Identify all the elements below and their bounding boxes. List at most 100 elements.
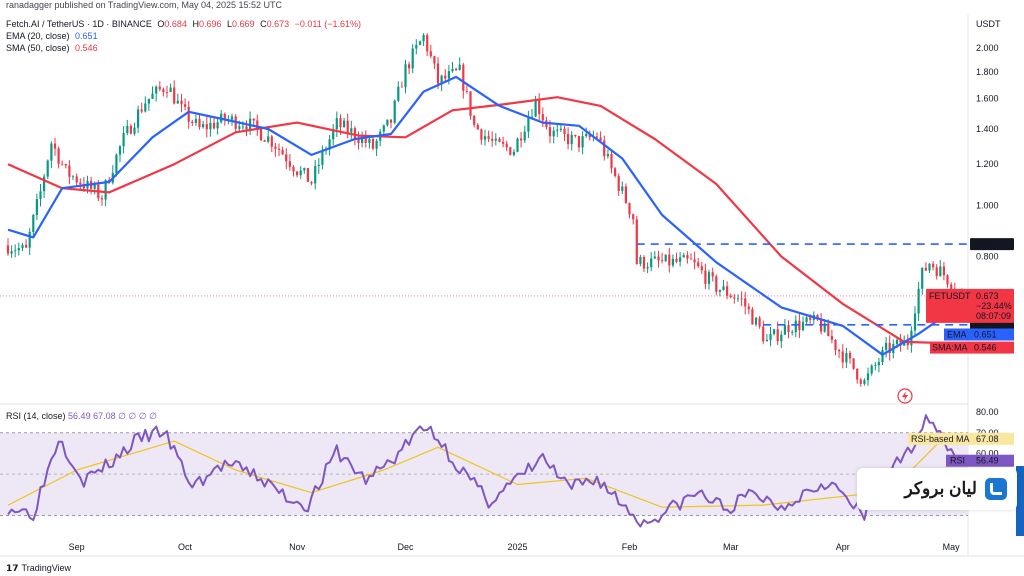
candle-body — [646, 267, 649, 269]
currency-label: USDT — [976, 19, 1001, 29]
candle-body — [32, 215, 35, 232]
candle-body — [64, 164, 67, 166]
candle-body — [180, 100, 183, 105]
candle-body — [353, 128, 356, 139]
symbol-legend[interactable]: Fetch.AI / TetherUS · 1D · BINANCE O0.68… — [6, 19, 361, 30]
candle-body — [216, 122, 219, 129]
candle-body — [455, 68, 458, 70]
candle-body — [436, 63, 440, 84]
candle-body — [570, 134, 573, 144]
candle-body — [603, 140, 606, 157]
candle-body — [212, 122, 216, 129]
published-line: ranadagger published on TradingView.com,… — [6, 0, 283, 10]
sma-tag-value: 0.546 — [974, 343, 997, 353]
candle-body — [740, 298, 743, 300]
candle-body — [628, 202, 631, 215]
candle-body — [292, 166, 295, 172]
candle-body — [946, 275, 949, 285]
candle-body — [458, 64, 461, 70]
candle-body — [523, 131, 526, 141]
candle-body — [653, 256, 656, 259]
candle-body — [491, 138, 494, 141]
candle-body — [230, 116, 234, 120]
candle-body — [39, 191, 42, 200]
candle-body — [758, 317, 761, 327]
fetusdt-price: 0.673 — [976, 291, 999, 301]
logo-text: لیان بروکر — [904, 479, 978, 498]
candle-body — [79, 182, 82, 185]
candle-body — [483, 136, 487, 140]
rsi-tag-value: 56.49 — [976, 456, 999, 466]
candle-body — [671, 258, 674, 266]
candle-body — [209, 122, 212, 130]
candle-body — [462, 64, 465, 91]
candle-body — [787, 325, 790, 333]
candle-body — [17, 248, 20, 251]
candle-body — [747, 306, 750, 310]
candle-body — [559, 128, 562, 130]
candle-body — [574, 134, 577, 136]
candle-body — [321, 150, 324, 165]
candle-body — [502, 141, 505, 144]
candle-body — [411, 48, 414, 69]
candle-body — [794, 320, 797, 333]
candle-body — [689, 258, 693, 260]
candle-body — [397, 86, 400, 101]
candle-body — [447, 71, 450, 79]
candle-body — [6, 245, 10, 254]
price-tick-label: 0.800 — [976, 252, 999, 262]
candle-body — [57, 148, 60, 164]
candle-body — [422, 34, 425, 42]
candle-body — [137, 109, 140, 128]
logo-mark-icon — [985, 478, 1007, 500]
candle-body — [870, 365, 873, 374]
candle-body — [650, 258, 653, 268]
candle-body — [874, 365, 877, 366]
ema-tag-value: 0.651 — [974, 330, 997, 340]
candle-body — [715, 276, 718, 292]
candle-body — [668, 254, 671, 266]
candle-body — [194, 119, 197, 123]
candle-body — [480, 129, 483, 140]
candle-body — [534, 99, 537, 117]
candle-body — [512, 151, 515, 155]
tradingview-footer[interactable]: 𝟭𝟳 TradingView — [6, 563, 71, 574]
candle-body — [661, 260, 664, 262]
candle-body — [935, 267, 938, 277]
candle-body — [606, 154, 609, 157]
candle-body — [682, 255, 685, 258]
candle-body — [791, 332, 794, 333]
candle-body — [281, 149, 284, 155]
candle-body — [310, 181, 313, 184]
candle-body — [686, 255, 689, 259]
ema-legend[interactable]: EMA (20, close) 0.651 — [6, 31, 98, 42]
candle-body — [122, 133, 125, 147]
candle-body — [505, 143, 508, 148]
candle-body — [314, 166, 317, 184]
candle-body — [165, 92, 169, 93]
candle-body — [100, 198, 104, 200]
candle-body — [118, 146, 122, 155]
candle-body — [751, 309, 754, 325]
candle-body — [830, 336, 833, 340]
candle-body — [809, 317, 812, 320]
candle-body — [350, 128, 353, 133]
candle-body — [617, 176, 620, 191]
candle-body — [285, 154, 288, 162]
rsi-legend[interactable]: RSI (14, close) 56.49 67.08 ∅ ∅ ∅ ∅ — [6, 411, 157, 422]
candle-body — [704, 270, 707, 284]
candle-body — [939, 266, 942, 277]
candle-body — [928, 263, 931, 271]
candle-body — [408, 64, 411, 69]
candle-body — [642, 257, 646, 269]
fetusdt-name: FETUSDT — [929, 291, 971, 301]
time-tick-label: Apr — [836, 542, 850, 552]
candle-body — [621, 186, 624, 191]
ohlc-h-value: 0.696 — [198, 19, 222, 29]
sma-legend[interactable]: SMA (50, close) 0.546 — [6, 43, 98, 54]
ohlc-c-value: 0.673 — [266, 19, 290, 29]
candle-body — [184, 104, 187, 107]
price-tick-label: 1.800 — [976, 67, 999, 77]
candle-body — [129, 125, 132, 134]
candle-body — [400, 86, 403, 88]
